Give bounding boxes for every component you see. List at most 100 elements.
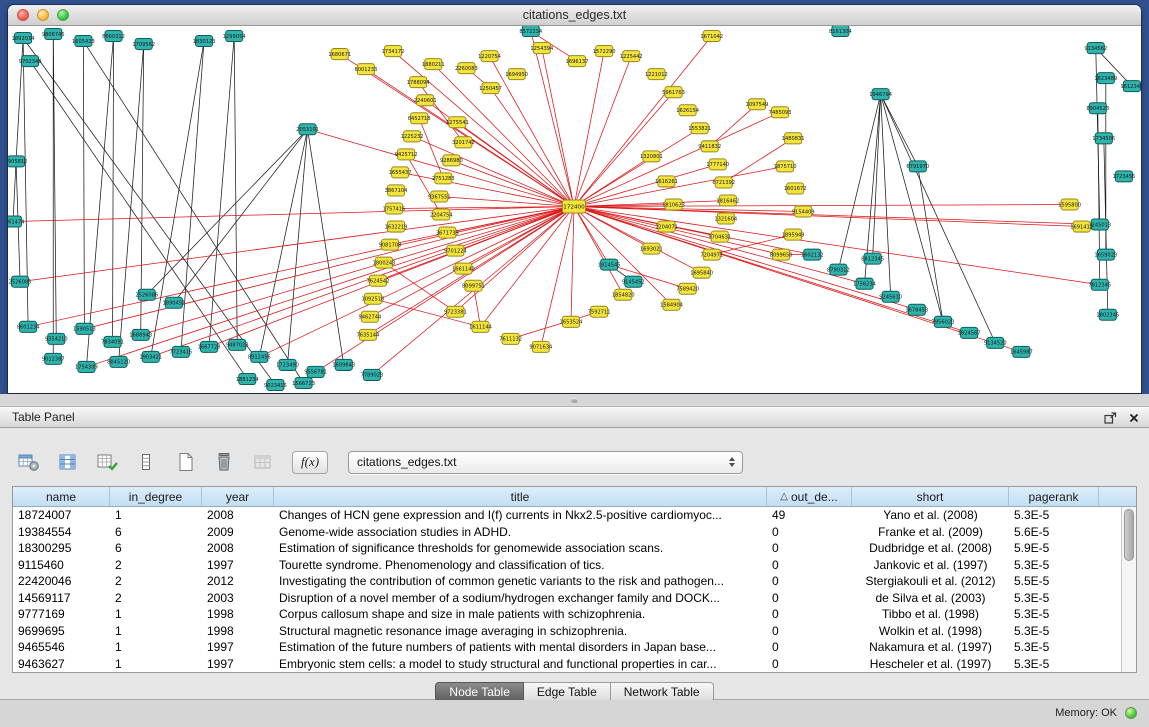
- graph-node[interactable]: 1810623: [662, 199, 685, 210]
- graph-node[interactable]: 1678453: [905, 304, 928, 315]
- graph-node[interactable]: 1816462: [716, 195, 739, 206]
- table-cell[interactable]: Genome-wide association studies in ADHD.: [274, 524, 767, 541]
- graph-node[interactable]: 1788094: [407, 77, 430, 88]
- table-cell[interactable]: 0: [767, 656, 852, 673]
- graph-node[interactable]: 1800243: [373, 257, 396, 268]
- graph-node[interactable]: 1696137: [566, 56, 589, 67]
- graph-node[interactable]: 8790312: [827, 264, 850, 275]
- table-cell[interactable]: 2: [110, 557, 202, 574]
- graph-node[interactable]: 1734506: [1092, 133, 1115, 144]
- graph-node[interactable]: 1691412: [1070, 221, 1093, 232]
- graph-node[interactable]: 1584904: [660, 299, 683, 310]
- graph-node[interactable]: 1903421: [139, 351, 162, 362]
- graph-node[interactable]: 9134562: [1084, 43, 1107, 54]
- table-cell[interactable]: 1: [110, 639, 202, 656]
- split-divider[interactable]: [0, 394, 1149, 406]
- table-cell[interactable]: 5.6E-5: [1009, 524, 1099, 541]
- window-minimize-button[interactable]: [37, 9, 49, 21]
- table-cell[interactable]: 1997: [202, 656, 274, 673]
- table-cell[interactable]: 5.3E-5: [1009, 623, 1099, 640]
- table-cell[interactable]: 5.3E-5: [1009, 590, 1099, 607]
- graph-node[interactable]: 1830123: [193, 36, 216, 47]
- graph-node[interactable]: 8572234: [519, 26, 542, 37]
- graph-node[interactable]: 1946794: [869, 89, 892, 100]
- table-cell[interactable]: Changes of HCN gene expression and I(f) …: [274, 507, 767, 524]
- table-cell[interactable]: 1997: [202, 557, 274, 574]
- graph-node[interactable]: 9134520: [984, 337, 1007, 348]
- window-close-button[interactable]: [17, 9, 29, 21]
- graph-node[interactable]: 1659023: [1094, 249, 1117, 260]
- table-cell[interactable]: 2003: [202, 590, 274, 607]
- table-cell[interactable]: Estimation of the future numbers of pati…: [274, 639, 767, 656]
- new-table-icon[interactable]: [172, 451, 198, 473]
- graph-node[interactable]: 9145452: [622, 276, 645, 287]
- table-row[interactable]: 969969511998Structural magnetic resonanc…: [13, 623, 1121, 640]
- table-cell[interactable]: 18724007: [13, 507, 110, 524]
- table-cell[interactable]: Franke et al. (2009): [852, 524, 1009, 541]
- table-cell[interactable]: 49: [767, 507, 852, 524]
- graph-node[interactable]: 1655437: [389, 167, 412, 178]
- table-cell[interactable]: 5.3E-5: [1009, 639, 1099, 656]
- table-cell[interactable]: Embryonic stem cells: a model to study s…: [274, 656, 767, 673]
- graph-node[interactable]: 1321604: [714, 213, 737, 224]
- table-scrollbar[interactable]: [1121, 507, 1136, 672]
- graph-node[interactable]: 1097549: [746, 99, 769, 110]
- table-cell[interactable]: 2: [110, 590, 202, 607]
- table-cell[interactable]: Dudbridge et al. (2008): [852, 540, 1009, 557]
- table-cell[interactable]: 9465546: [13, 639, 110, 656]
- graph-node[interactable]: 1250457: [479, 83, 502, 94]
- graph-node[interactable]: 1572290: [593, 46, 616, 57]
- graph-node[interactable]: 9354210: [45, 333, 68, 344]
- graph-node[interactable]: 6791970: [906, 161, 929, 172]
- graph-node[interactable]: 9702348: [19, 56, 42, 67]
- delete-table-icon[interactable]: [211, 451, 237, 473]
- graph-node[interactable]: 1609843: [332, 359, 355, 370]
- graph-node[interactable]: 9245610: [879, 291, 902, 302]
- graph-node[interactable]: 1892034: [12, 33, 35, 44]
- graph-node[interactable]: 7905812: [8, 156, 27, 167]
- table-cell[interactable]: 2012: [202, 573, 274, 590]
- graph-node[interactable]: 1875710: [774, 161, 797, 172]
- column-header-title[interactable]: title: [274, 487, 767, 506]
- graph-node[interactable]: 9012387: [42, 353, 65, 364]
- graph-node[interactable]: 6721392: [712, 177, 735, 188]
- table-cell[interactable]: 5.3E-5: [1009, 656, 1099, 673]
- graph-node[interactable]: 1895949: [782, 229, 805, 240]
- table-cell[interactable]: 0: [767, 573, 852, 590]
- table-cell[interactable]: 5.3E-5: [1009, 606, 1099, 623]
- graph-node[interactable]: 1632219: [385, 221, 408, 232]
- float-panel-icon[interactable]: [1104, 412, 1117, 424]
- table-cell[interactable]: 5.5E-5: [1009, 573, 1099, 590]
- table-row[interactable]: 1830029562008Estimation of significance …: [13, 540, 1121, 557]
- table-cell[interactable]: 14569117: [13, 590, 110, 607]
- graph-node[interactable]: 3671739: [436, 227, 459, 238]
- graph-node[interactable]: 1275541: [446, 117, 469, 128]
- table-cell[interactable]: 1: [110, 507, 202, 524]
- graph-node[interactable]: 1756234: [853, 278, 876, 289]
- graph-node[interactable]: 5961763: [662, 87, 685, 98]
- graph-node[interactable]: 2053101: [296, 124, 319, 135]
- table-source-dropdown[interactable]: citations_edges.txt: [348, 451, 743, 474]
- import-table-icon[interactable]: [250, 451, 276, 473]
- graph-node[interactable]: 1616261: [655, 176, 678, 187]
- graph-node[interactable]: 7812345: [1088, 279, 1111, 290]
- graph-node[interactable]: 172400: [562, 200, 585, 213]
- table-cell[interactable]: 2: [110, 573, 202, 590]
- table-cell[interactable]: Disruption of a novel member of a sodium…: [274, 590, 767, 607]
- graph-node[interactable]: 1602132: [801, 249, 824, 260]
- graph-node[interactable]: 1601672: [784, 183, 807, 194]
- table-cell[interactable]: 1998: [202, 623, 274, 640]
- table-cell[interactable]: Wolkin et al. (1998): [852, 623, 1009, 640]
- graph-node[interactable]: 7611132: [499, 333, 522, 344]
- table-settings-icon[interactable]: [16, 451, 42, 473]
- table-cell[interactable]: Tibbo et al. (1998): [852, 606, 1009, 623]
- graph-node[interactable]: 1854820: [612, 289, 635, 300]
- table-cell[interactable]: 6: [110, 540, 202, 557]
- table-cell[interactable]: 0: [767, 639, 852, 656]
- table-cell[interactable]: Structural magnetic resonance image aver…: [274, 623, 767, 640]
- graph-node[interactable]: 1754309: [75, 361, 98, 372]
- graph-node[interactable]: 8912456: [248, 351, 271, 362]
- graph-node[interactable]: 1694950: [505, 69, 528, 80]
- table-cell[interactable]: 0: [767, 623, 852, 640]
- table-row[interactable]: 2242004622012Investigating the contribut…: [13, 573, 1121, 590]
